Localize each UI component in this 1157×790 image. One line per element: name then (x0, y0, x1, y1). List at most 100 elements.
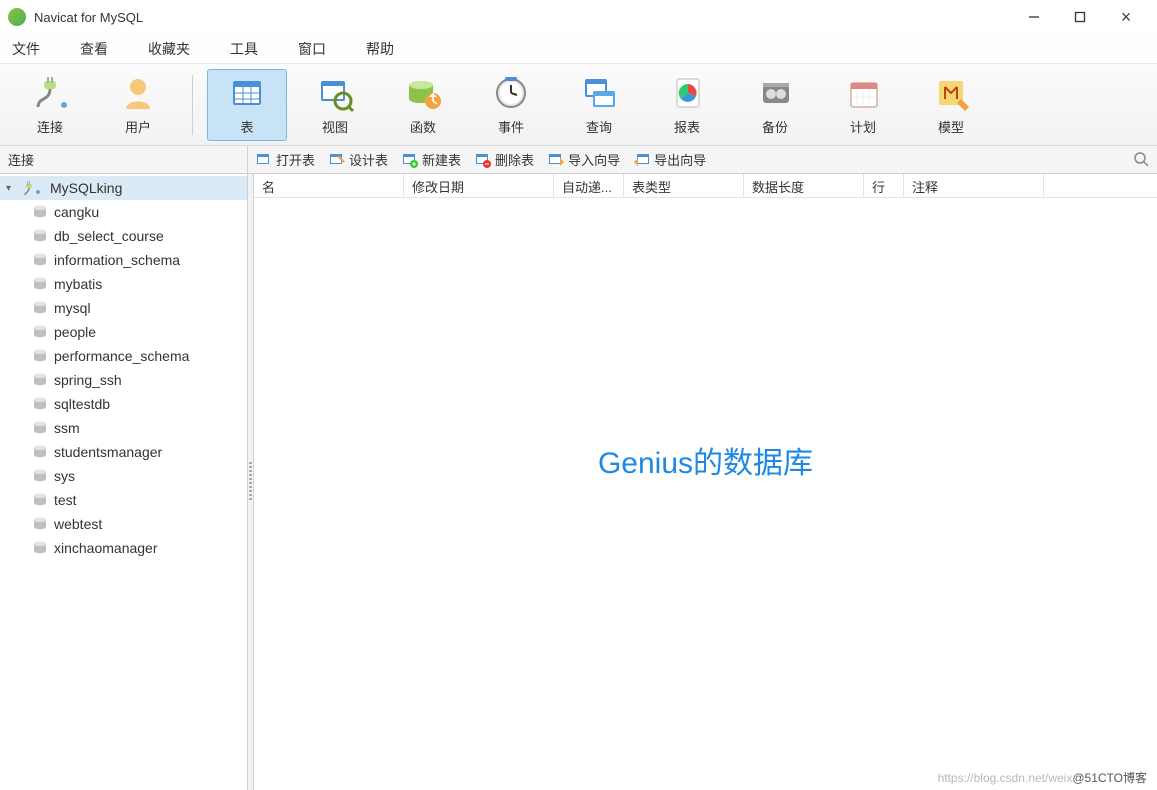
toolbar: 连接 用户 表 视图 函数 事件 (0, 64, 1157, 146)
menu-help[interactable]: 帮助 (358, 35, 402, 63)
connection-icon (30, 73, 70, 113)
main-area: ▾ MySQLking cangku db_select_courseinform… (0, 174, 1157, 790)
toolbar-table[interactable]: 表 (207, 69, 287, 141)
column-header[interactable]: 数据长度 (744, 174, 864, 197)
new-table-label: 新建表 (422, 150, 461, 169)
database-name: db_select_course (54, 228, 164, 244)
database-icon (32, 396, 48, 412)
search-icon (1133, 151, 1149, 167)
collapse-icon[interactable]: ▾ (6, 183, 18, 194)
database-name: studentsmanager (54, 444, 162, 460)
toolbar-separator (192, 75, 193, 135)
connection-node-icon (24, 180, 44, 196)
database-icon (32, 348, 48, 364)
column-header[interactable]: 修改日期 (404, 174, 554, 197)
database-icon (32, 492, 48, 508)
view-icon (315, 73, 355, 113)
schedule-icon (843, 73, 883, 113)
database-icon (32, 444, 48, 460)
toolbar-view-label: 视图 (322, 117, 348, 136)
column-header[interactable]: 表类型 (624, 174, 744, 197)
database-name: cangku (54, 204, 99, 220)
database-node[interactable]: mysql (0, 296, 247, 320)
database-name: ssm (54, 420, 80, 436)
database-icon (32, 204, 48, 220)
toolbar-view[interactable]: 视图 (295, 69, 375, 141)
toolbar-connection[interactable]: 连接 (10, 69, 90, 141)
toolbar-table-label: 表 (240, 117, 253, 136)
footer-faded: https://blog.csdn.net/weix (938, 771, 1073, 785)
search-button[interactable] (1133, 151, 1149, 167)
model-icon (931, 73, 971, 113)
toolbar-schedule[interactable]: 计划 (823, 69, 903, 141)
database-node[interactable]: sys (0, 464, 247, 488)
database-node[interactable]: webtest (0, 512, 247, 536)
column-header[interactable]: 注释 (904, 174, 1044, 197)
toolbar-user[interactable]: 用户 (98, 69, 178, 141)
toolbar-function[interactable]: 函数 (383, 69, 463, 141)
database-node[interactable]: test (0, 488, 247, 512)
query-icon (579, 73, 619, 113)
column-header[interactable]: 名 (254, 174, 404, 197)
database-icon (32, 324, 48, 340)
toolbar-backup[interactable]: 备份 (735, 69, 815, 141)
table-column-headers: 名修改日期自动递...表类型数据长度行注释 (254, 174, 1157, 198)
menubar: 文件 查看 收藏夹 工具 窗口 帮助 (0, 34, 1157, 64)
toolbar-query[interactable]: 查询 (559, 69, 639, 141)
new-table-icon (402, 152, 418, 168)
close-button[interactable]: × (1103, 2, 1149, 32)
import-wizard-button[interactable]: 导入向导 (548, 150, 620, 169)
design-table-button[interactable]: 设计表 (329, 150, 388, 169)
database-node[interactable]: studentsmanager (0, 440, 247, 464)
toolbar-connection-label: 连接 (37, 117, 63, 136)
import-icon (548, 152, 564, 168)
database-icon (32, 420, 48, 436)
connection-node[interactable]: ▾ MySQLking (0, 176, 247, 200)
export-wizard-button[interactable]: 导出向导 (634, 150, 706, 169)
toolbar-schedule-label: 计划 (850, 117, 876, 136)
export-icon (634, 152, 650, 168)
database-icon (32, 252, 48, 268)
delete-table-icon (475, 152, 491, 168)
database-icon (32, 468, 48, 484)
column-header[interactable]: 行 (864, 174, 904, 197)
toolbar-event-label: 事件 (498, 117, 524, 136)
sidebar-header-label: 连接 (8, 150, 34, 169)
column-header[interactable]: 自动递... (554, 174, 624, 197)
footer-dark: @51CTO博客 (1072, 771, 1147, 785)
open-table-button[interactable]: 打开表 (256, 150, 315, 169)
database-node[interactable]: db_select_course (0, 224, 247, 248)
toolbar-event[interactable]: 事件 (471, 69, 551, 141)
maximize-button[interactable] (1057, 2, 1103, 32)
open-table-label: 打开表 (276, 150, 315, 169)
connection-name: MySQLking (50, 180, 122, 196)
database-node[interactable]: mybatis (0, 272, 247, 296)
database-node[interactable]: information_schema (0, 248, 247, 272)
event-icon (491, 73, 531, 113)
database-node[interactable]: cangku (0, 200, 247, 224)
new-table-button[interactable]: 新建表 (402, 150, 461, 169)
toolbar-report-label: 报表 (674, 117, 700, 136)
database-node[interactable]: people (0, 320, 247, 344)
maximize-icon (1074, 11, 1086, 23)
database-icon (32, 516, 48, 532)
menu-view[interactable]: 查看 (72, 35, 116, 63)
menu-file[interactable]: 文件 (4, 35, 48, 63)
database-node[interactable]: performance_schema (0, 344, 247, 368)
menu-window[interactable]: 窗口 (290, 35, 334, 63)
delete-table-button[interactable]: 删除表 (475, 150, 534, 169)
database-node[interactable]: ssm (0, 416, 247, 440)
menu-tools[interactable]: 工具 (222, 35, 266, 63)
toolbar-report[interactable]: 报表 (647, 69, 727, 141)
sub-toolbar-buttons: 打开表 设计表 新建表 删除表 导入向导 导出向导 (248, 146, 1157, 173)
database-node[interactable]: spring_ssh (0, 368, 247, 392)
toolbar-model-label: 模型 (938, 117, 964, 136)
toolbar-backup-label: 备份 (762, 117, 788, 136)
minimize-button[interactable] (1011, 2, 1057, 32)
database-node[interactable]: sqltestdb (0, 392, 247, 416)
database-node[interactable]: xinchaomanager (0, 536, 247, 560)
database-name: xinchaomanager (54, 540, 158, 556)
toolbar-model[interactable]: 模型 (911, 69, 991, 141)
database-name: people (54, 324, 96, 340)
menu-favorites[interactable]: 收藏夹 (140, 35, 198, 63)
